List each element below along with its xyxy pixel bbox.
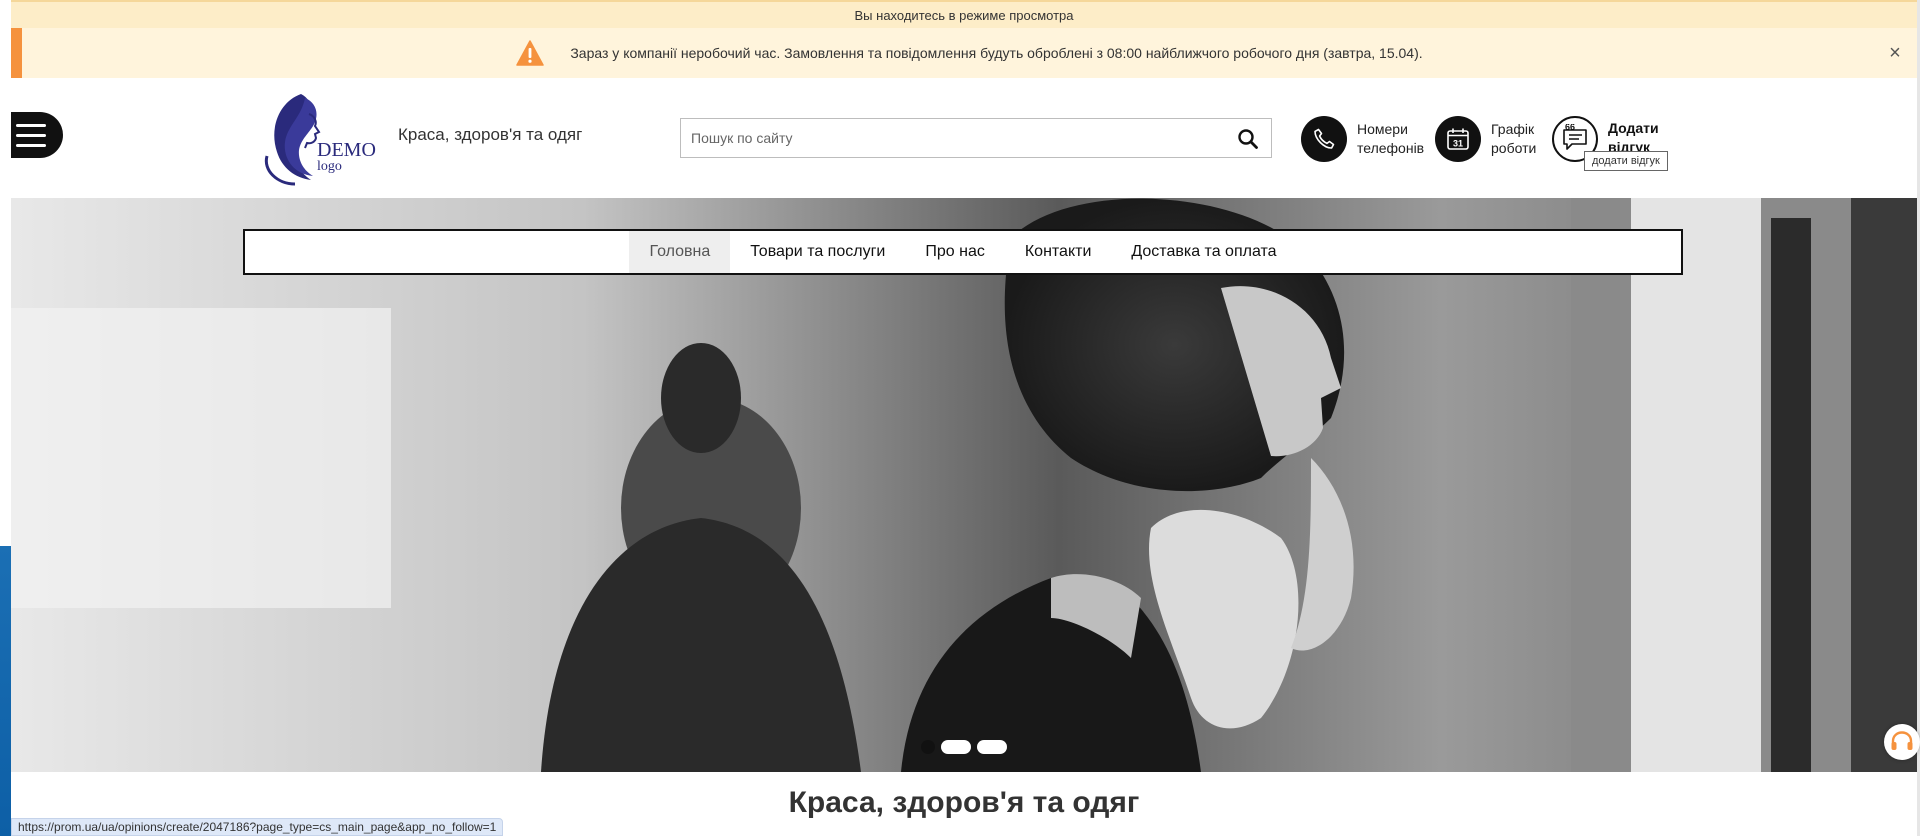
hamburger-menu-icon[interactable] (11, 112, 63, 158)
logo[interactable]: DEMO logo (253, 88, 383, 188)
status-bar-url: https://prom.ua/ua/opinions/create/20471… (11, 818, 504, 836)
preview-mode-text: Вы находитесь в режиме просмотра (854, 8, 1074, 23)
notice-text: Зараз у компанії неробочий час. Замовлен… (570, 45, 1423, 61)
support-headset-icon[interactable] (1884, 724, 1920, 760)
schedule-label-line2: роботи (1491, 140, 1537, 156)
phone-numbers-button[interactable]: Номери телефонів (1301, 116, 1424, 162)
phone-label-line2: телефонів (1357, 140, 1425, 156)
slider-dot-2[interactable] (941, 740, 971, 754)
hero-slider[interactable]: Головна Товари та послуги Про нас Контак… (11, 198, 1917, 772)
slider-pagination (921, 740, 1007, 754)
work-schedule-button[interactable]: 31 Графік роботи (1435, 116, 1536, 162)
main-navigation: Головна Товари та послуги Про нас Контак… (243, 229, 1683, 275)
logo-sub-text: logo (317, 159, 342, 174)
site-header: DEMO logo Краса, здоров'я та одяг Номери… (11, 78, 1917, 198)
side-tab[interactable] (0, 546, 11, 836)
hero-image (11, 198, 1917, 772)
warning-icon (516, 40, 545, 66)
close-icon[interactable]: × (1885, 43, 1905, 63)
slider-dot-3[interactable] (977, 740, 1007, 754)
phone-label-line1: Номери (1357, 121, 1408, 137)
schedule-label-line1: Графік (1491, 121, 1535, 137)
site-tagline: Краса, здоров'я та одяг (398, 125, 583, 144)
preview-mode-bar: Вы находитесь в режиме просмотра (11, 0, 1917, 28)
nav-item-about[interactable]: Про нас (905, 231, 1004, 273)
logo-main-text: DEMO (317, 139, 376, 161)
review-label-line1: Додати (1608, 120, 1659, 136)
calendar-day-text: 31 (1453, 139, 1463, 149)
nav-item-products-services[interactable]: Товари та послуги (730, 231, 905, 273)
add-review-tooltip: додати відгук (1584, 151, 1668, 171)
search-input[interactable] (681, 119, 1221, 157)
off-hours-notice: Зараз у компанії неробочий час. Замовлен… (11, 28, 1917, 78)
nav-item-contacts[interactable]: Контакти (1005, 231, 1112, 273)
search-icon[interactable] (1237, 128, 1259, 150)
svg-text:66: 66 (1565, 124, 1575, 132)
slider-dot-1[interactable] (921, 740, 935, 754)
left-edge (0, 0, 11, 836)
nav-item-delivery-payment[interactable]: Доставка та оплата (1111, 231, 1296, 273)
calendar-icon: 31 (1435, 116, 1481, 162)
nav-item-home[interactable]: Головна (629, 231, 731, 273)
page-title: Краса, здоров'я та одяг (788, 786, 1140, 819)
phone-icon (1301, 116, 1347, 162)
search-box (680, 118, 1272, 158)
